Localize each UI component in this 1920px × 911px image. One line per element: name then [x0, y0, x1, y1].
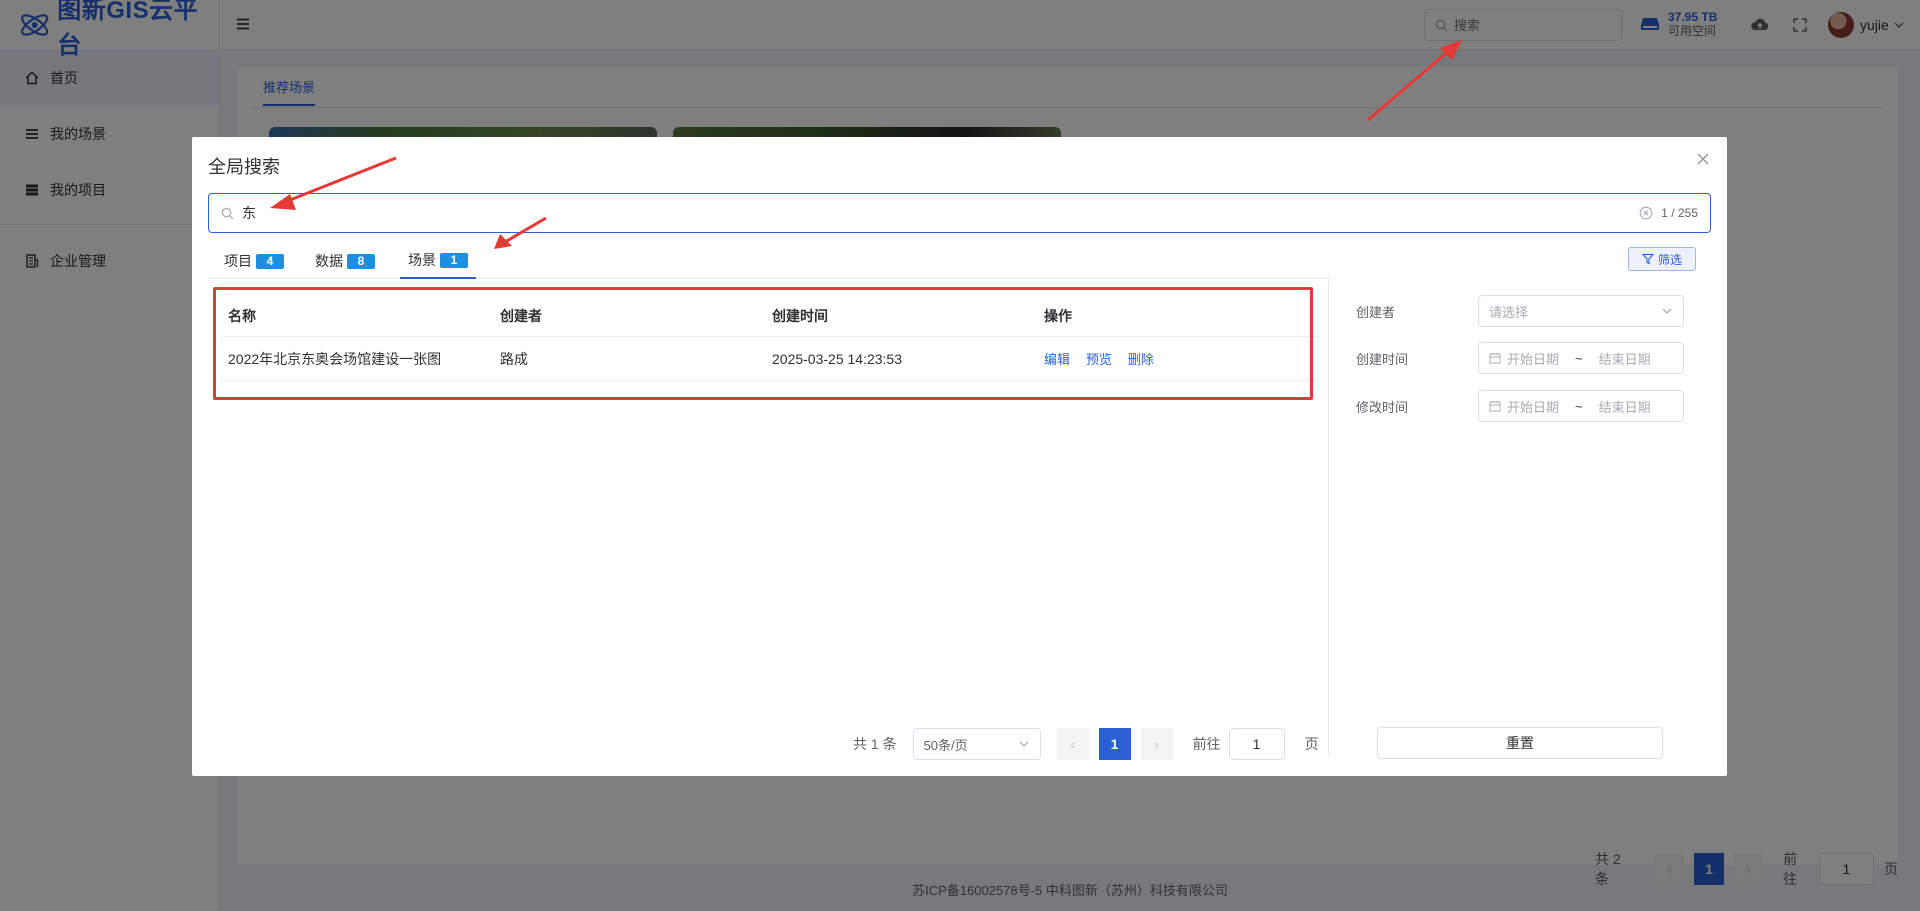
start-date-placeholder: 开始日期 [1507, 351, 1560, 367]
start-date-placeholder: 开始日期 [1507, 399, 1560, 415]
calendar-icon [1489, 353, 1501, 364]
tab-data[interactable]: 数据 8 [315, 243, 375, 279]
goto-label: 前往 [1192, 736, 1221, 752]
close-icon[interactable] [1695, 151, 1711, 167]
filter-label-modified: 修改时间 [1356, 399, 1409, 415]
modified-date-range[interactable]: 开始日期 ~ 结束日期 [1478, 390, 1684, 422]
tab-label: 数据 [315, 253, 343, 269]
filter-label: 筛选 [1657, 252, 1682, 267]
dialog-title: 全局搜索 [208, 157, 280, 177]
result-tabs: 项目 4 数据 8 场景 1 [208, 243, 1331, 279]
range-separator: ~ [1575, 350, 1583, 366]
page-number[interactable]: 1 [1098, 728, 1131, 760]
search-result-count: 1 / 255 [1661, 206, 1698, 220]
page-suffix: 页 [1304, 736, 1319, 752]
filter-modified-row: 修改时间 开始日期 ~ 结束日期 [1356, 390, 1684, 422]
calendar-icon [1489, 401, 1501, 412]
chevron-down-icon [1662, 308, 1672, 314]
reset-button[interactable]: 重置 [1377, 727, 1663, 759]
goto-page-input[interactable]: 1 [1228, 728, 1285, 760]
clear-icon[interactable] [1639, 206, 1653, 220]
tab-count-badge: 1 [440, 252, 468, 268]
dialog-pagination: 共 1 条 50条/页 ‹ 1 › 前往 1 页 [853, 728, 1319, 760]
global-search-dialog: 全局搜索 东 1 / 255 项目 4 数据 8 场景 1 筛选 名称 创建者 … [192, 137, 1727, 776]
search-input-value[interactable]: 东 [242, 203, 1639, 223]
filter-creator-row: 创建者 请选择 [1356, 295, 1684, 327]
search-icon [221, 207, 234, 220]
next-page-button[interactable]: › [1140, 728, 1173, 760]
tab-label: 场景 [408, 252, 436, 268]
filter-label-creator: 创建者 [1356, 304, 1396, 320]
chevron-down-icon [1019, 741, 1029, 747]
global-search-input[interactable]: 东 1 / 255 [208, 193, 1711, 233]
tab-label: 项目 [224, 253, 252, 269]
end-date-placeholder: 结束日期 [1598, 399, 1651, 415]
page-size-select[interactable]: 50条/页 [912, 728, 1041, 760]
range-separator: ~ [1575, 398, 1583, 414]
tab-count-badge: 8 [347, 253, 375, 269]
filter-created-row: 创建时间 开始日期 ~ 结束日期 [1356, 342, 1684, 374]
filter-button[interactable]: 筛选 [1628, 247, 1696, 271]
created-date-range[interactable]: 开始日期 ~ 结束日期 [1478, 342, 1684, 374]
prev-page-button[interactable]: ‹ [1056, 728, 1089, 760]
annotation-highlight-box [213, 287, 1313, 400]
tab-projects[interactable]: 项目 4 [224, 243, 284, 279]
creator-select[interactable]: 请选择 [1478, 295, 1684, 327]
filter-label-created: 创建时间 [1356, 351, 1409, 367]
filter-icon [1641, 253, 1654, 265]
page-size-value: 50条/页 [923, 737, 968, 753]
pager-total: 共 1 条 [853, 736, 897, 752]
creator-placeholder: 请选择 [1489, 304, 1529, 320]
tab-count-badge: 4 [256, 253, 284, 269]
end-date-placeholder: 结束日期 [1598, 351, 1651, 367]
panel-divider [1328, 281, 1329, 756]
tab-scenes[interactable]: 场景 1 [400, 243, 476, 279]
